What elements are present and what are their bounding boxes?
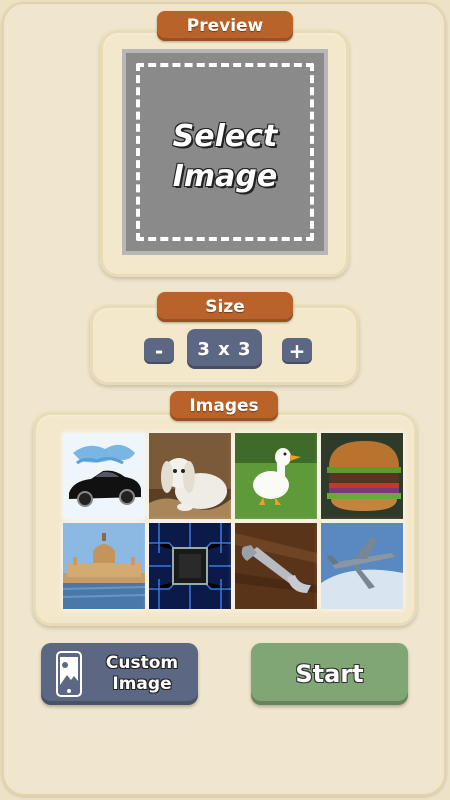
image-tile-duck[interactable] xyxy=(235,433,317,519)
images-title: Images xyxy=(170,391,278,421)
custom-image-label-line2: Image xyxy=(112,674,172,694)
preview-title: Preview xyxy=(157,11,293,41)
start-button[interactable]: Start xyxy=(251,643,408,705)
size-title: Size xyxy=(157,292,293,322)
custom-image-label-line1: Custom xyxy=(105,653,179,673)
chip-image xyxy=(149,523,231,609)
size-decrease-button[interactable]: - xyxy=(144,338,174,364)
custom-image-label: Custom Image xyxy=(97,653,187,695)
parliament-image xyxy=(63,523,145,609)
preview-select-image[interactable]: Select Image xyxy=(122,49,328,255)
image-tile-wrench[interactable] xyxy=(235,523,317,609)
phone-photo-icon xyxy=(56,651,82,697)
image-tile-rabbit[interactable] xyxy=(149,433,231,519)
image-tile-parliament[interactable] xyxy=(63,523,145,609)
size-value: 3 x 3 xyxy=(187,329,262,369)
image-tile-chip[interactable] xyxy=(149,523,231,609)
wrench-image xyxy=(235,523,317,609)
image-grid xyxy=(63,433,403,609)
custom-image-button[interactable]: Custom Image xyxy=(41,643,198,705)
image-tile-jet[interactable] xyxy=(321,523,403,609)
duck-image xyxy=(235,433,317,519)
preview-placeholder-line1: Select xyxy=(172,119,278,154)
preview-placeholder-line2: Image xyxy=(172,159,278,194)
burger-image xyxy=(321,433,403,519)
preview-placeholder: Select Image xyxy=(126,117,324,197)
image-tile-burger[interactable] xyxy=(321,433,403,519)
car-image xyxy=(63,433,145,519)
jet-image xyxy=(321,523,403,609)
rabbit-image xyxy=(149,433,231,519)
size-increase-button[interactable]: + xyxy=(282,338,312,364)
image-tile-car[interactable] xyxy=(63,433,145,519)
